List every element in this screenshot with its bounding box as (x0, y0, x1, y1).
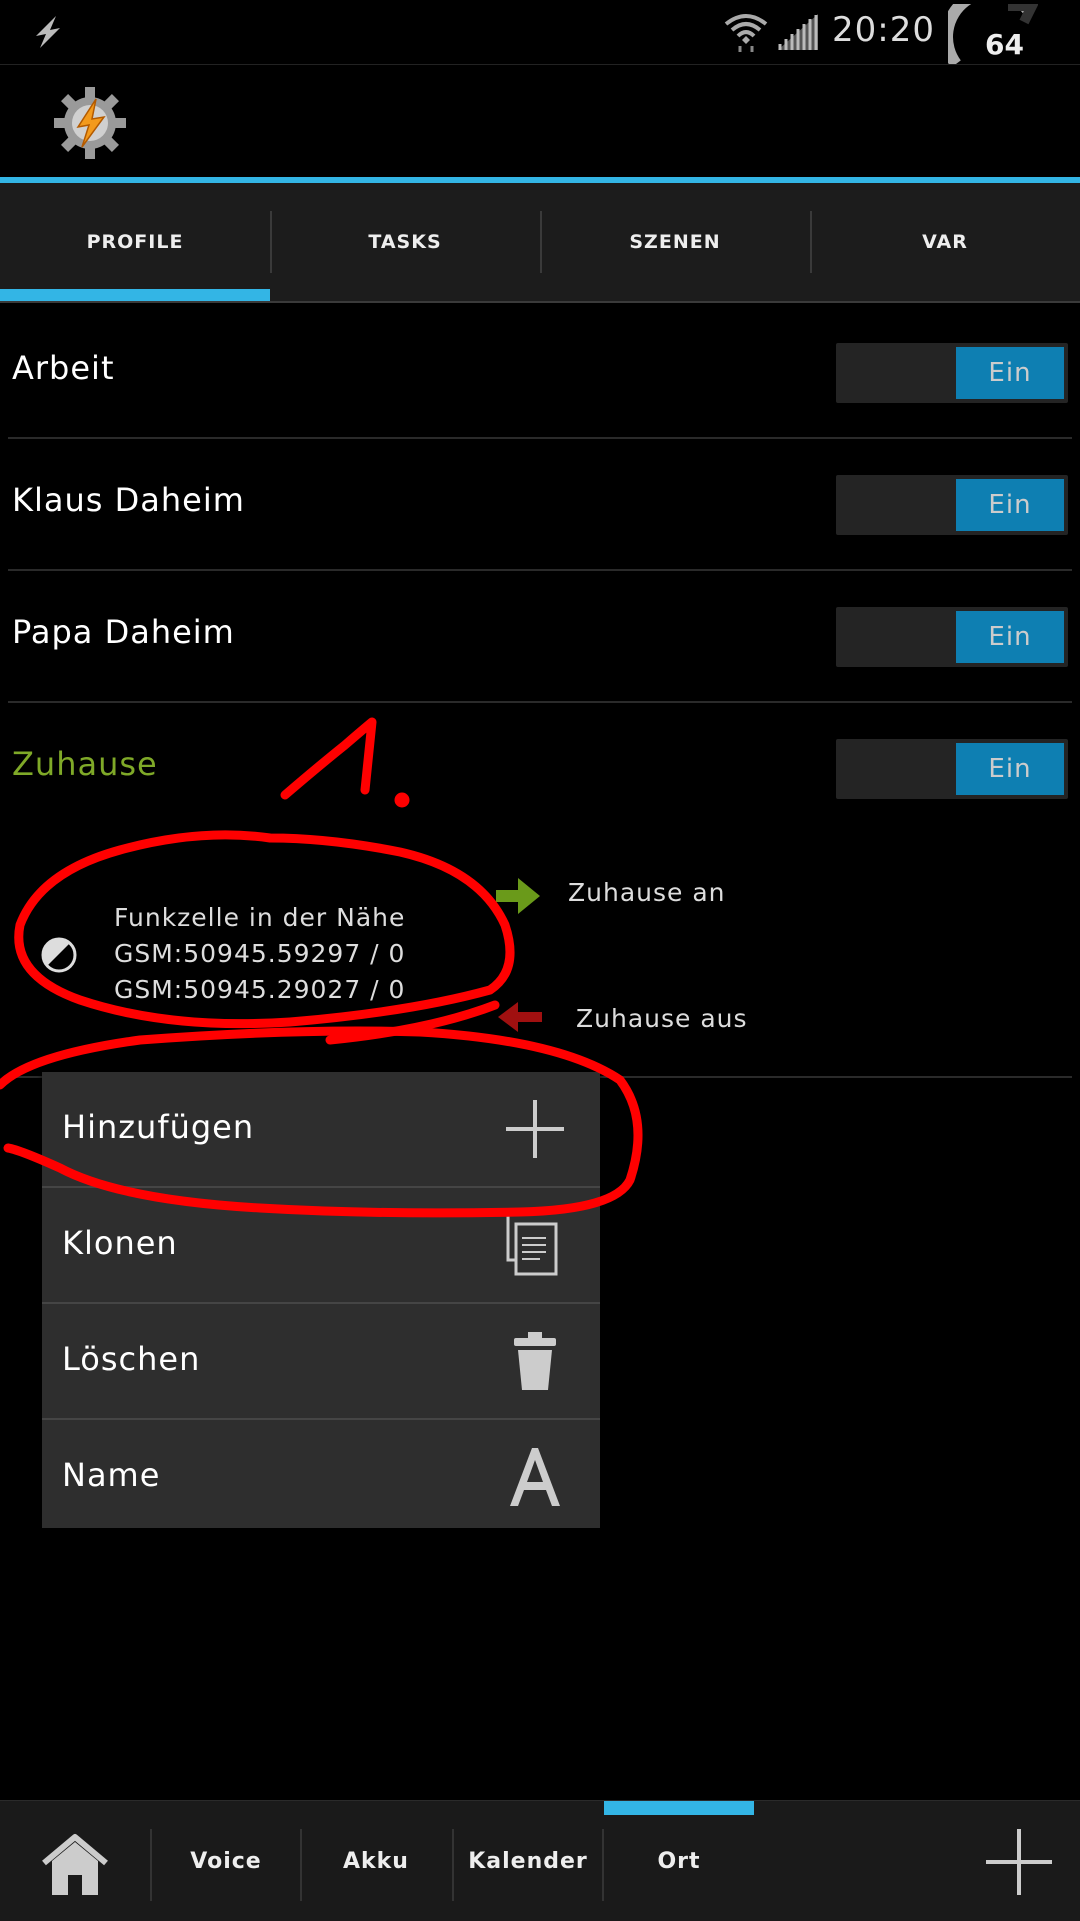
exit-task[interactable]: Zuhause aus (576, 1004, 748, 1033)
bottom-tab-voice[interactable]: Voice (152, 1801, 300, 1921)
profile-row-zuhause[interactable]: Zuhause Ein (8, 701, 1072, 833)
tab-profile[interactable]: PROFILE (0, 183, 270, 301)
context-line: GSM:50945.59297 / 0 (114, 939, 406, 968)
menu-label: Name (62, 1456, 161, 1494)
status-bar: 20:20 64 (0, 0, 1080, 65)
home-icon[interactable] (40, 1833, 110, 1897)
plus-icon (506, 1100, 564, 1158)
toggle-on-label: Ein (956, 347, 1064, 399)
profile-toggle[interactable]: Ein (836, 739, 1068, 799)
enter-task[interactable]: Zuhause an (568, 878, 726, 907)
menu-label: Löschen (62, 1340, 201, 1378)
profile-name: Papa Daheim (12, 613, 235, 651)
menu-item-hinzufuegen[interactable]: Hinzufügen (42, 1072, 600, 1188)
menu-label: Klonen (62, 1224, 178, 1262)
profile-toggle[interactable]: Ein (836, 607, 1068, 667)
profile-name: Zuhause (12, 745, 158, 783)
menu-label: Hinzufügen (62, 1108, 255, 1146)
bottom-tab-ort[interactable]: Ort (604, 1801, 754, 1921)
profile-name: Klaus Daheim (12, 481, 245, 519)
toggle-on-label: Ein (956, 479, 1064, 531)
profile-row-papa-daheim[interactable]: Papa Daheim Ein (8, 569, 1072, 703)
profile-toggle[interactable]: Ein (836, 343, 1068, 403)
tab-var[interactable]: VAR (810, 183, 1080, 301)
toggle-on-label: Ein (956, 743, 1064, 795)
wifi-icon (724, 14, 768, 52)
enter-arrow-icon (496, 878, 540, 914)
profile-name: Arbeit (12, 349, 115, 387)
clone-icon (506, 1216, 558, 1276)
exit-arrow-icon (498, 1002, 542, 1032)
profile-row-arbeit[interactable]: Arbeit Ein (8, 305, 1072, 439)
bottom-tab-akku[interactable]: Akku (302, 1801, 450, 1921)
trash-icon (514, 1332, 556, 1390)
menu-item-loeschen[interactable]: Löschen (42, 1304, 600, 1420)
tab-bar: PROFILE TASKS SZENEN VAR (0, 183, 1080, 303)
profile-toggle[interactable]: Ein (836, 475, 1068, 535)
context-line: GSM:50945.29027 / 0 (114, 975, 406, 1004)
tab-tasks[interactable]: TASKS (270, 183, 540, 301)
bottom-bar: Voice Akku Kalender Ort (0, 1800, 1080, 1921)
bottom-tab-kalender[interactable]: Kalender (454, 1801, 602, 1921)
clock: 20:20 (832, 10, 935, 50)
signal-icon (778, 14, 818, 50)
menu-item-klonen[interactable]: Klonen (42, 1188, 600, 1304)
lightning-icon (36, 16, 60, 48)
cell-tower-context-icon[interactable] (40, 936, 78, 974)
context-menu: Hinzufügen Klonen Löschen Name (42, 1072, 600, 1528)
menu-item-name[interactable]: Name (42, 1420, 600, 1534)
letter-a-icon (510, 1448, 560, 1506)
context-description[interactable]: Funkzelle in der Nähe GSM:50945.59297 / … (114, 900, 405, 1008)
context-line: Funkzelle in der Nähe (114, 903, 406, 932)
tasker-logo-icon[interactable] (52, 85, 128, 161)
profile-row-klaus-daheim[interactable]: Klaus Daheim Ein (8, 437, 1072, 571)
toggle-on-label: Ein (956, 611, 1064, 663)
app-bar (0, 65, 1080, 177)
add-profile-plus-icon[interactable] (984, 1827, 1054, 1897)
tab-szenen[interactable]: SZENEN (540, 183, 810, 301)
battery-level: 64 (985, 28, 1024, 61)
annotation-circle-context-tail (325, 1000, 500, 1045)
